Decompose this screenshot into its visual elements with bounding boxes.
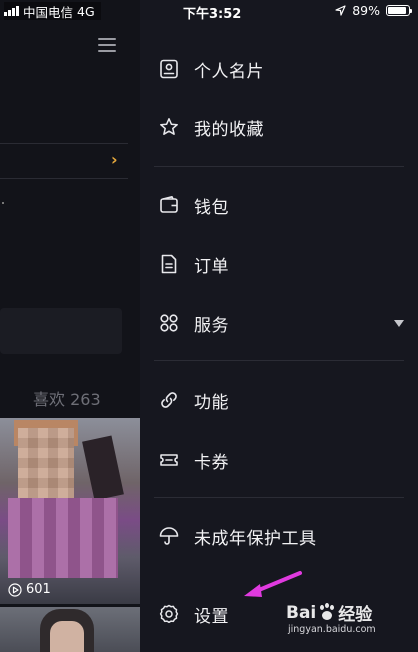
watermark-brand-left: Bai	[286, 602, 317, 623]
divider	[0, 143, 128, 144]
ticket-icon	[158, 449, 180, 471]
menu-item-profile-card[interactable]: 个人名片	[140, 44, 418, 94]
menu-item-minor-protection[interactable]: 未成年保护工具	[140, 511, 418, 561]
menu-item-label: 功能	[194, 392, 229, 413]
gear-icon	[158, 603, 180, 625]
watermark-brand-right: 经验	[338, 605, 373, 625]
network-type: 4G	[77, 3, 95, 19]
chevron-right-icon[interactable]: ›	[111, 150, 118, 169]
screen: › 喜欢 263 601 个人名片 我的收藏 钱包 订单 服务 功能 卡券 未成…	[0, 0, 418, 652]
star-icon	[158, 116, 180, 138]
battery-percent: 89%	[352, 3, 380, 18]
umbrella-icon	[158, 525, 180, 547]
mosaic-body	[8, 498, 118, 578]
menu-item-label: 订单	[194, 256, 229, 277]
play-count: 601	[8, 582, 51, 597]
chevron-down-icon[interactable]	[394, 319, 404, 327]
menu-item-label: 个人名片	[194, 61, 264, 82]
menu-item-services[interactable]: 服务	[140, 298, 418, 348]
battery-fill	[388, 7, 406, 14]
paw-icon	[317, 602, 337, 623]
video-thumbnail[interactable]	[0, 418, 140, 604]
menu-item-favorites[interactable]: 我的收藏	[140, 102, 418, 152]
video-thumbnail[interactable]	[0, 607, 140, 652]
battery-icon	[386, 5, 412, 16]
menu-item-features[interactable]: 功能	[140, 375, 418, 425]
drawer-divider	[154, 497, 404, 498]
divider	[0, 178, 128, 179]
menu-item-wallet[interactable]: 钱包	[140, 180, 418, 230]
carrier-name: 中国电信	[23, 4, 74, 20]
menu-item-coupons[interactable]: 卡券	[140, 435, 418, 485]
signal-strength-icon	[4, 6, 19, 16]
menu-item-label: 钱包	[194, 197, 229, 218]
location-arrow-icon	[335, 5, 346, 16]
mosaic-face	[18, 428, 74, 498]
drawer-divider	[154, 360, 404, 361]
watermark-logo: Bai 经验	[286, 600, 372, 625]
menu-item-label: 未成年保护工具	[194, 528, 317, 549]
likes-tab-label[interactable]: 喜欢 263	[33, 386, 101, 410]
menu-item-orders[interactable]: 订单	[140, 239, 418, 289]
hamburger-menu-icon[interactable]	[98, 38, 116, 53]
services-grid-icon	[158, 312, 180, 334]
menu-item-label: 卡券	[194, 452, 229, 473]
menu-item-label: 我的收藏	[194, 119, 264, 140]
status-left: 中国电信 4G	[4, 2, 101, 20]
status-bar: 中国电信 4G 下午3:52 89%	[0, 0, 418, 22]
status-right: 89%	[335, 3, 412, 18]
wallet-icon	[158, 194, 180, 216]
background-profile-page: › 喜欢 263 601	[0, 0, 140, 652]
play-count-value: 601	[26, 582, 51, 597]
thumbnail-person	[40, 609, 94, 652]
baidu-jingyan-watermark: Bai 经验 jingyan.baidu.com	[286, 596, 396, 640]
order-document-icon	[158, 253, 180, 275]
drawer-divider	[154, 166, 404, 167]
watermark-url: jingyan.baidu.com	[288, 624, 376, 635]
play-icon	[8, 582, 22, 597]
profile-card-block[interactable]	[0, 308, 122, 354]
decorative-dot	[2, 202, 4, 204]
mosaic-arm	[82, 435, 124, 501]
status-time: 下午3:52	[183, 7, 242, 22]
menu-item-label: 设置	[194, 606, 229, 627]
profile-card-icon	[158, 58, 180, 80]
link-icon	[158, 389, 180, 411]
side-drawer: 个人名片 我的收藏 钱包 订单 服务 功能 卡券 未成年保护工具 设置	[140, 0, 418, 652]
menu-item-label: 服务	[194, 315, 229, 336]
